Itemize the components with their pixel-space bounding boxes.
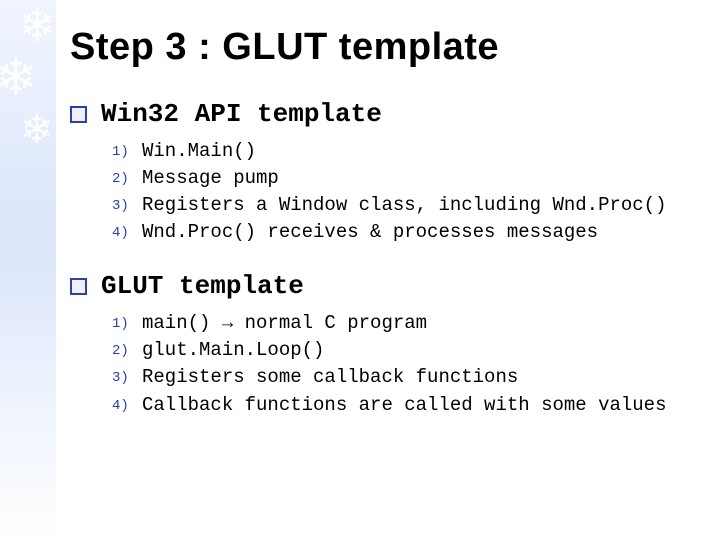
item-number: 2) xyxy=(112,338,142,360)
item-text: Wnd.Proc() receives & processes messages xyxy=(142,220,690,245)
section-win32: Win32 API template 1) Win.Main() 2) Mess… xyxy=(70,99,690,245)
list-item: 1) Win.Main() xyxy=(112,139,690,164)
item-text: Callback functions are called with some … xyxy=(142,393,690,418)
item-number: 3) xyxy=(112,365,142,387)
section-glut: GLUT template 1) main() → normal C progr… xyxy=(70,271,690,417)
slide: ❄ ❄ ❄ Step 3 : GLUT template Win32 API t… xyxy=(0,0,720,540)
item-number: 1) xyxy=(112,311,142,333)
item-number: 1) xyxy=(112,139,142,161)
item-number: 4) xyxy=(112,220,142,242)
square-bullet-icon xyxy=(70,106,87,123)
list-item: 3) Registers some callback functions xyxy=(112,365,690,390)
list-item: 3) Registers a Window class, including W… xyxy=(112,193,690,218)
list-item: 2) Message pump xyxy=(112,166,690,191)
snowflake-icon: ❄ xyxy=(20,110,54,150)
square-bullet-icon xyxy=(70,278,87,295)
section-items: 1) main() → normal C program 2) glut.Mai… xyxy=(112,311,690,417)
section-heading: GLUT template xyxy=(70,271,690,301)
section-title: GLUT template xyxy=(101,271,304,301)
slide-content: Step 3 : GLUT template Win32 API templat… xyxy=(56,0,720,540)
item-text: Win.Main() xyxy=(142,139,690,164)
item-text: Registers some callback functions xyxy=(142,365,690,390)
list-item: 2) glut.Main.Loop() xyxy=(112,338,690,363)
section-heading: Win32 API template xyxy=(70,99,690,129)
item-text: Message pump xyxy=(142,166,690,191)
snowflake-icon: ❄ xyxy=(0,52,38,104)
list-item: 4) Wnd.Proc() receives & processes messa… xyxy=(112,220,690,245)
list-item: 1) main() → normal C program xyxy=(112,311,690,336)
item-text: Registers a Window class, including Wnd.… xyxy=(142,193,690,218)
snowflake-icon: ❄ xyxy=(18,2,56,48)
page-title: Step 3 : GLUT template xyxy=(70,26,690,69)
item-number: 4) xyxy=(112,393,142,415)
item-text: main() → normal C program xyxy=(142,311,690,336)
item-number: 3) xyxy=(112,193,142,215)
list-item: 4) Callback functions are called with so… xyxy=(112,393,690,418)
section-items: 1) Win.Main() 2) Message pump 3) Registe… xyxy=(112,139,690,245)
side-decoration: ❄ ❄ ❄ xyxy=(0,0,56,540)
section-title: Win32 API template xyxy=(101,99,382,129)
item-text: glut.Main.Loop() xyxy=(142,338,690,363)
item-number: 2) xyxy=(112,166,142,188)
